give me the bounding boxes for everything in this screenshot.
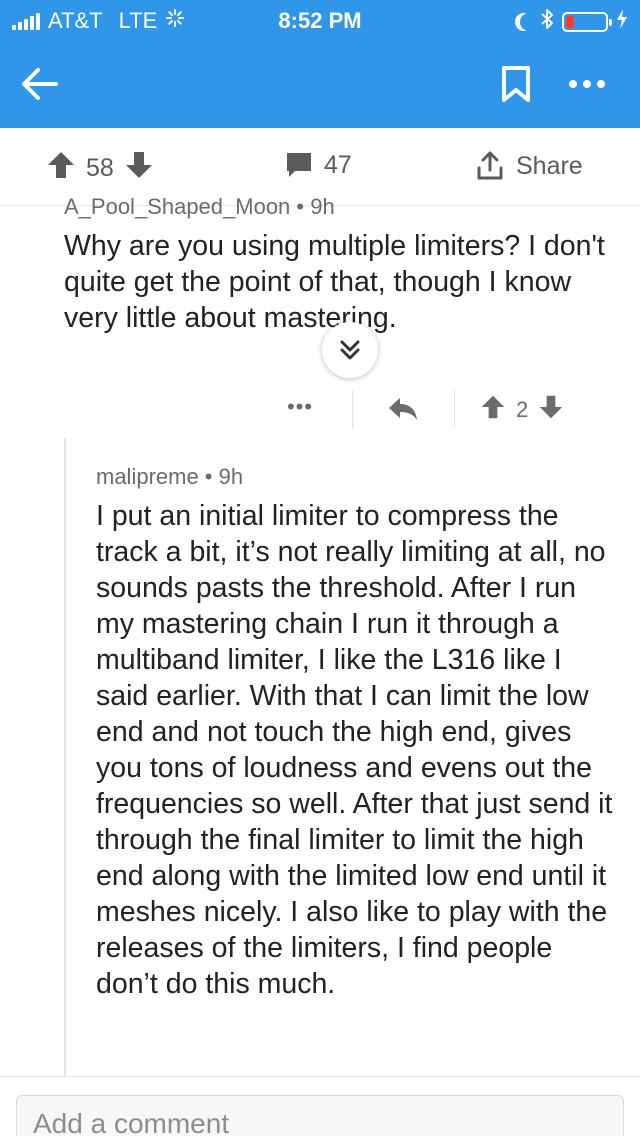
comment-vote-controls: 2 (480, 394, 564, 426)
comment-vote-count: 2 (516, 397, 529, 422)
share-button[interactable]: Share (474, 150, 583, 182)
reply-arrow-icon (389, 398, 417, 420)
up-arrow-icon (48, 152, 74, 178)
comment-bubble-icon (287, 153, 311, 177)
comment-composer: Add a comment (0, 1076, 640, 1136)
comment-upvote-button[interactable] (480, 394, 506, 426)
comment: A_Pool_Shaped_Moon • 9h Why are you usin… (64, 196, 624, 336)
comment-count: 47 (324, 150, 352, 179)
charging-icon (616, 9, 628, 35)
thread-indent-line (64, 438, 66, 1078)
bookmark-icon (502, 66, 530, 102)
comment-author-meta: malipreme • 9h (96, 464, 244, 489)
comment-downvote-button[interactable] (538, 394, 564, 426)
save-button[interactable] (496, 62, 536, 106)
add-comment-input[interactable]: Add a comment (16, 1095, 624, 1136)
scroll-to-next-button[interactable] (322, 322, 378, 378)
divider (352, 390, 353, 428)
back-arrow-icon (22, 68, 58, 100)
double-chevron-down-icon (340, 340, 360, 360)
back-button[interactable] (18, 62, 62, 106)
more-dots-icon (569, 80, 605, 88)
comments-button[interactable]: 47 (284, 150, 352, 180)
downvote-button[interactable] (124, 150, 154, 187)
comment-actions: ••• 2 (270, 386, 622, 434)
reply-button[interactable] (386, 394, 420, 424)
vote-controls: 58 (46, 150, 154, 187)
comment-author-meta: A_Pool_Shaped_Moon • 9h (64, 196, 335, 219)
comment-more-button[interactable]: ••• (270, 394, 330, 420)
share-icon (477, 151, 503, 180)
divider (454, 390, 455, 428)
more-options-button[interactable] (562, 62, 612, 106)
down-arrow-icon (539, 395, 563, 419)
comment-body: I put an initial limiter to compress the… (96, 500, 613, 1000)
status-bar: AT&T LTE 8:52 PM (0, 0, 640, 40)
down-arrow-icon (125, 152, 152, 178)
up-arrow-icon (481, 395, 505, 419)
post-action-bar: 58 47 Share (0, 128, 640, 206)
upvote-count: 58 (86, 154, 114, 182)
share-label: Share (516, 151, 583, 180)
do-not-disturb-icon (520, 13, 538, 31)
bluetooth-icon (540, 8, 554, 36)
reply-comment: malipreme • 9h I put an initial limiter … (96, 462, 616, 1002)
upvote-button[interactable] (46, 150, 76, 187)
battery-icon (562, 12, 612, 32)
comment-body: Why are you using multiple limiters? I d… (64, 230, 605, 334)
app-header: AT&T LTE 8:52 PM (0, 0, 640, 128)
navigation-bar (0, 40, 640, 128)
